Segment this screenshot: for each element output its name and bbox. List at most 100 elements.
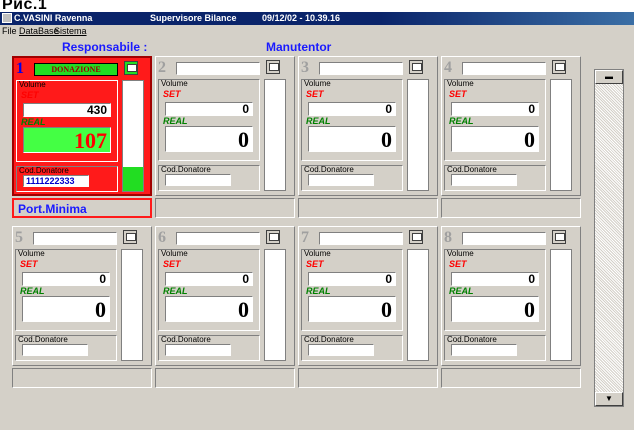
menu-database[interactable]: DataBase — [19, 26, 59, 36]
monitor-icon[interactable] — [552, 60, 566, 74]
set-label: SET — [449, 259, 467, 269]
volume-label: Volume — [161, 249, 188, 258]
real-label: REAL — [21, 117, 46, 127]
real-value-field: 0 — [451, 296, 539, 322]
volume-level-bar — [122, 80, 144, 192]
volume-label: Volume — [19, 80, 46, 89]
role-title: Supervisore Bilance — [150, 13, 237, 23]
set-value-field: 430 — [23, 103, 111, 117]
title-bar: C.VASINI Ravenna Supervisore Bilance 09/… — [0, 12, 634, 25]
donor-code-field — [165, 174, 231, 186]
station-number: 5 — [15, 229, 23, 246]
monitor-icon[interactable] — [266, 60, 280, 74]
app-icon[interactable] — [2, 13, 12, 23]
cod-donatore-label: Cod.Donatore — [304, 165, 354, 174]
donor-group: Cod.Donatore — [158, 165, 260, 191]
menu-sistema[interactable]: Sistema — [54, 26, 87, 36]
donor-code-field — [451, 344, 517, 356]
real-label: REAL — [163, 286, 188, 296]
set-value-field: 0 — [22, 272, 110, 286]
donor-code-field — [22, 344, 88, 356]
station-panel[interactable]: 5 Volume SET 0 REAL 0 Cod.Donatore — [12, 226, 152, 366]
real-label: REAL — [20, 286, 45, 296]
real-label: REAL — [449, 116, 474, 126]
scroll-up-button[interactable]: ▬ — [595, 70, 623, 84]
volume-label: Volume — [304, 79, 331, 88]
set-label: SET — [163, 89, 181, 99]
donor-group: Cod.Donatore — [301, 165, 403, 191]
volume-label: Volume — [18, 249, 45, 258]
monitor-icon[interactable] — [266, 230, 280, 244]
set-label: SET — [21, 90, 39, 100]
volume-group: Volume SET 0 REAL 0 — [15, 249, 117, 331]
station-panel[interactable]: 8 Volume SET 0 REAL 0 Cod.Donatore — [441, 226, 581, 366]
station-name-field — [176, 232, 260, 245]
volume-level-bar — [550, 249, 572, 361]
real-label: REAL — [306, 286, 331, 296]
menu-bar: File DataBase Sistema — [0, 25, 634, 38]
donor-group: Cod.Donatore — [444, 165, 546, 191]
set-value-field: 0 — [165, 102, 253, 116]
volume-level-bar — [407, 79, 429, 191]
station-name-field — [319, 232, 403, 245]
donor-group: Cod.Donatore 1111222333 — [16, 166, 118, 192]
station-name-field — [462, 232, 546, 245]
set-value-field: 0 — [451, 102, 539, 116]
volume-group: Volume SET 0 REAL 0 — [158, 249, 260, 331]
volume-group: Volume SET 0 REAL 0 — [444, 79, 546, 161]
volume-label: Volume — [447, 79, 474, 88]
station-name-field — [462, 62, 546, 75]
real-label: REAL — [449, 286, 474, 296]
volume-level-bar — [407, 249, 429, 361]
set-value-field: 0 — [308, 102, 396, 116]
datetime: 09/12/02 - 10.39.16 — [262, 13, 341, 23]
station-number: 2 — [158, 59, 166, 76]
cod-donatore-label: Cod.Donatore — [304, 335, 354, 344]
donor-group: Cod.Donatore — [15, 335, 117, 361]
station-number: 6 — [158, 229, 166, 246]
vertical-scrollbar[interactable]: ▬ ▼ — [594, 69, 624, 407]
monitor-icon[interactable] — [124, 61, 138, 75]
volume-level-bar — [121, 249, 143, 361]
volume-level-bar — [264, 249, 286, 361]
real-value-field: 0 — [22, 296, 110, 322]
station-number: 7 — [301, 229, 309, 246]
station-number: 1 — [16, 60, 24, 77]
monitor-icon[interactable] — [123, 230, 137, 244]
station-panel[interactable]: 7 Volume SET 0 REAL 0 Cod.Donatore — [298, 226, 438, 366]
real-label: REAL — [163, 116, 188, 126]
station-panel[interactable]: 4 Volume SET 0 REAL 0 Cod.Donatore — [441, 56, 581, 196]
volume-label: Volume — [161, 79, 188, 88]
station-number: 3 — [301, 59, 309, 76]
monitor-icon[interactable] — [552, 230, 566, 244]
station-number: 4 — [444, 59, 452, 76]
set-value-field: 0 — [451, 272, 539, 286]
app-window: C.VASINI Ravenna Supervisore Bilance 09/… — [0, 12, 634, 430]
monitor-icon[interactable] — [409, 230, 423, 244]
app-title: C.VASINI Ravenna — [14, 13, 93, 23]
scroll-down-button[interactable]: ▼ — [595, 392, 623, 406]
real-label: REAL — [306, 116, 331, 126]
station-panel[interactable]: 1 DONAZIONE Volume SET 430 REAL 107 Cod.… — [12, 56, 152, 196]
responsabile-label: Responsabile : — [62, 40, 148, 54]
station-panel[interactable]: 3 Volume SET 0 REAL 0 Cod.Donatore — [298, 56, 438, 196]
real-value-field: 0 — [451, 126, 539, 152]
donor-group: Cod.Donatore — [301, 335, 403, 361]
status-field — [298, 368, 438, 388]
set-label: SET — [449, 89, 467, 99]
monitor-icon[interactable] — [409, 60, 423, 74]
menu-file[interactable]: File — [2, 26, 17, 36]
station-name-field — [33, 232, 117, 245]
donor-code-field — [165, 344, 231, 356]
station-name-field — [176, 62, 260, 75]
cod-donatore-label: Cod.Donatore — [161, 165, 211, 174]
status-field: Port.Minima — [12, 198, 152, 218]
station-panel[interactable]: 6 Volume SET 0 REAL 0 Cod.Donatore — [155, 226, 295, 366]
station-name-field: DONAZIONE — [34, 63, 118, 76]
station-panel[interactable]: 2 Volume SET 0 REAL 0 Cod.Donatore — [155, 56, 295, 196]
cod-donatore-label: Cod.Donatore — [18, 335, 68, 344]
status-field — [155, 198, 295, 218]
real-value-field: 107 — [23, 127, 111, 153]
volume-label: Volume — [447, 249, 474, 258]
set-label: SET — [306, 89, 324, 99]
